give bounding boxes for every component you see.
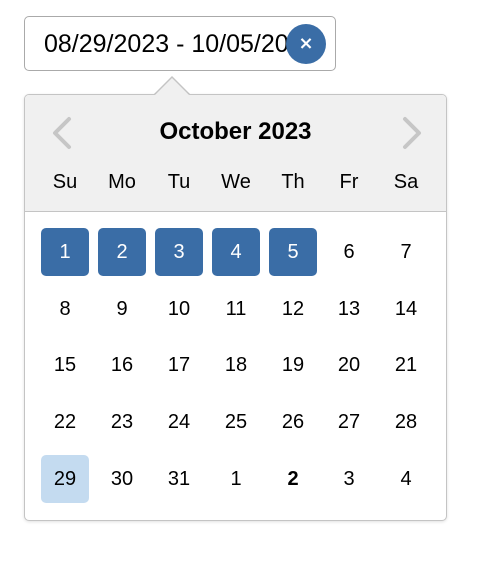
day-cell[interactable]: 1 xyxy=(212,455,260,503)
day-cell[interactable]: 2 xyxy=(269,455,317,503)
day-cell[interactable]: 11 xyxy=(212,285,260,333)
day-cell[interactable]: 29 xyxy=(41,455,89,503)
day-cell[interactable]: 25 xyxy=(212,398,260,446)
day-cell[interactable]: 23 xyxy=(98,398,146,446)
day-cell[interactable]: 5 xyxy=(269,228,317,276)
day-cell[interactable]: 13 xyxy=(325,285,373,333)
day-cell[interactable]: 17 xyxy=(155,341,203,389)
day-cell[interactable]: 2 xyxy=(98,228,146,276)
calendar-grid: 1 2 3 4 5 6 7 8 9 10 11 12 13 14 15 16 17 18 19 20 21 22 23 24 2… xyxy=(25,95,446,520)
day-cell[interactable]: 4 xyxy=(212,228,260,276)
day-cell[interactable]: 9 xyxy=(98,285,146,333)
day-cell[interactable]: 8 xyxy=(41,285,89,333)
day-cell[interactable]: 12 xyxy=(269,285,317,333)
day-cell[interactable]: 3 xyxy=(325,455,373,503)
day-cell[interactable]: 18 xyxy=(212,341,260,389)
day-cell[interactable]: 31 xyxy=(155,455,203,503)
day-cell[interactable]: 20 xyxy=(325,341,373,389)
day-cell[interactable]: 4 xyxy=(382,455,430,503)
calendar-popup: October 2023 Su Mo Tu We Th Fr Sa 1 2 3 4 5 6 7 8 9 10 1… xyxy=(24,94,447,521)
day-cell[interactable]: 7 xyxy=(382,228,430,276)
day-cell[interactable]: 10 xyxy=(155,285,203,333)
day-cell[interactable]: 14 xyxy=(382,285,430,333)
day-cell[interactable]: 27 xyxy=(325,398,373,446)
day-cell[interactable]: 6 xyxy=(325,228,373,276)
date-range-input[interactable]: 08/29/2023 - 10/05/2023 xyxy=(44,17,304,70)
day-cell[interactable]: 22 xyxy=(41,398,89,446)
day-cell[interactable]: 3 xyxy=(155,228,203,276)
day-cell[interactable]: 28 xyxy=(382,398,430,446)
popup-pointer-fill xyxy=(155,78,189,95)
day-cell[interactable]: 21 xyxy=(382,341,430,389)
day-cell[interactable]: 16 xyxy=(98,341,146,389)
day-cell[interactable]: 30 xyxy=(98,455,146,503)
day-cell[interactable]: 19 xyxy=(269,341,317,389)
day-cell[interactable]: 15 xyxy=(41,341,89,389)
close-icon: × xyxy=(298,33,314,54)
day-cell[interactable]: 26 xyxy=(269,398,317,446)
clear-button[interactable]: × xyxy=(286,24,326,64)
day-cell[interactable]: 24 xyxy=(155,398,203,446)
day-cell[interactable]: 1 xyxy=(41,228,89,276)
